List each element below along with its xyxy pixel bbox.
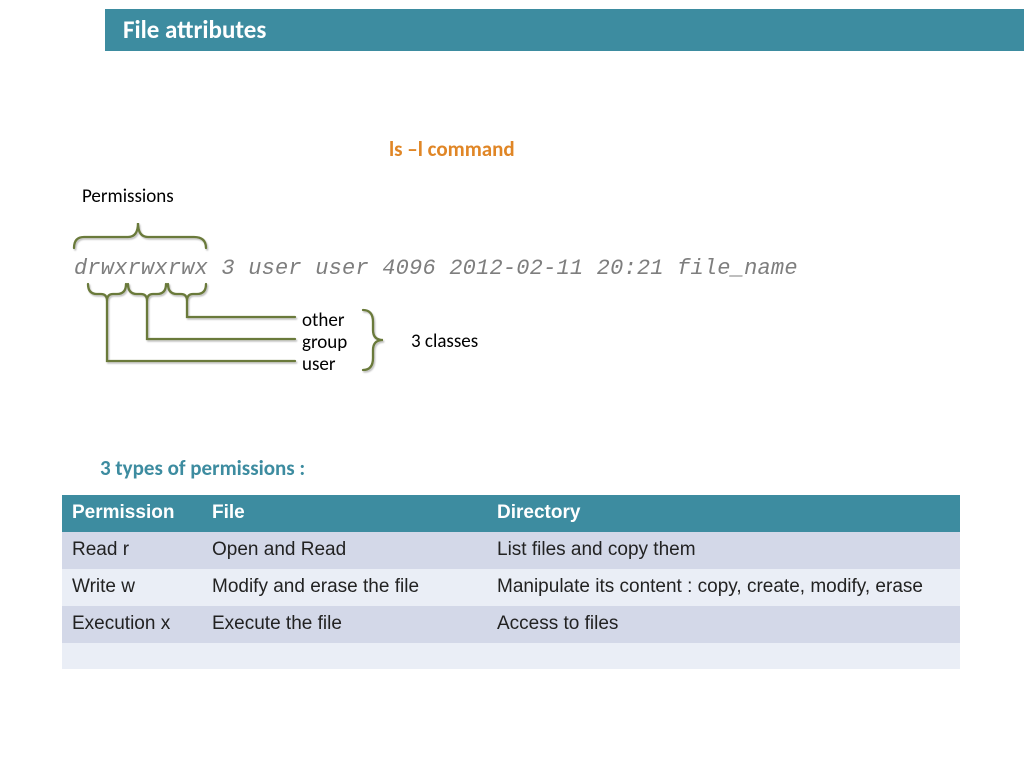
- cell-file: Execute the file: [202, 606, 487, 643]
- table-row: Read r Open and Read List files and copy…: [62, 532, 960, 569]
- permissions-diagram: [70, 200, 410, 380]
- types-heading: 3 types of permissions :: [100, 455, 305, 481]
- col-directory: Directory: [487, 495, 960, 532]
- table-row-empty: [62, 643, 960, 669]
- table-header-row: Permission File Directory: [62, 495, 960, 532]
- page-title: File attributes: [123, 14, 266, 45]
- cell-permission: Read r: [62, 532, 202, 569]
- page-title-bar: File attributes: [105, 9, 1024, 51]
- table-row: Write w Modify and erase the file Manipu…: [62, 569, 960, 606]
- col-file: File: [202, 495, 487, 532]
- cell-directory: List files and copy them: [487, 532, 960, 569]
- cell-permission: Execution x: [62, 606, 202, 643]
- classes-summary: 3 classes: [411, 330, 478, 353]
- class-group: group: [302, 332, 347, 354]
- command-heading: ls –l command: [389, 136, 515, 162]
- cell-file: Open and Read: [202, 532, 487, 569]
- cell-permission: Write w: [62, 569, 202, 606]
- class-labels: other group user: [302, 310, 347, 376]
- cell-file: Modify and erase the file: [202, 569, 487, 606]
- cell-directory: Access to files: [487, 606, 960, 643]
- col-permission: Permission: [62, 495, 202, 532]
- class-other: other: [302, 310, 347, 332]
- cell-directory: Manipulate its content : copy, create, m…: [487, 569, 960, 606]
- class-user: user: [302, 354, 347, 376]
- table-row: Execution x Execute the file Access to f…: [62, 606, 960, 643]
- permissions-table: Permission File Directory Read r Open an…: [62, 495, 960, 669]
